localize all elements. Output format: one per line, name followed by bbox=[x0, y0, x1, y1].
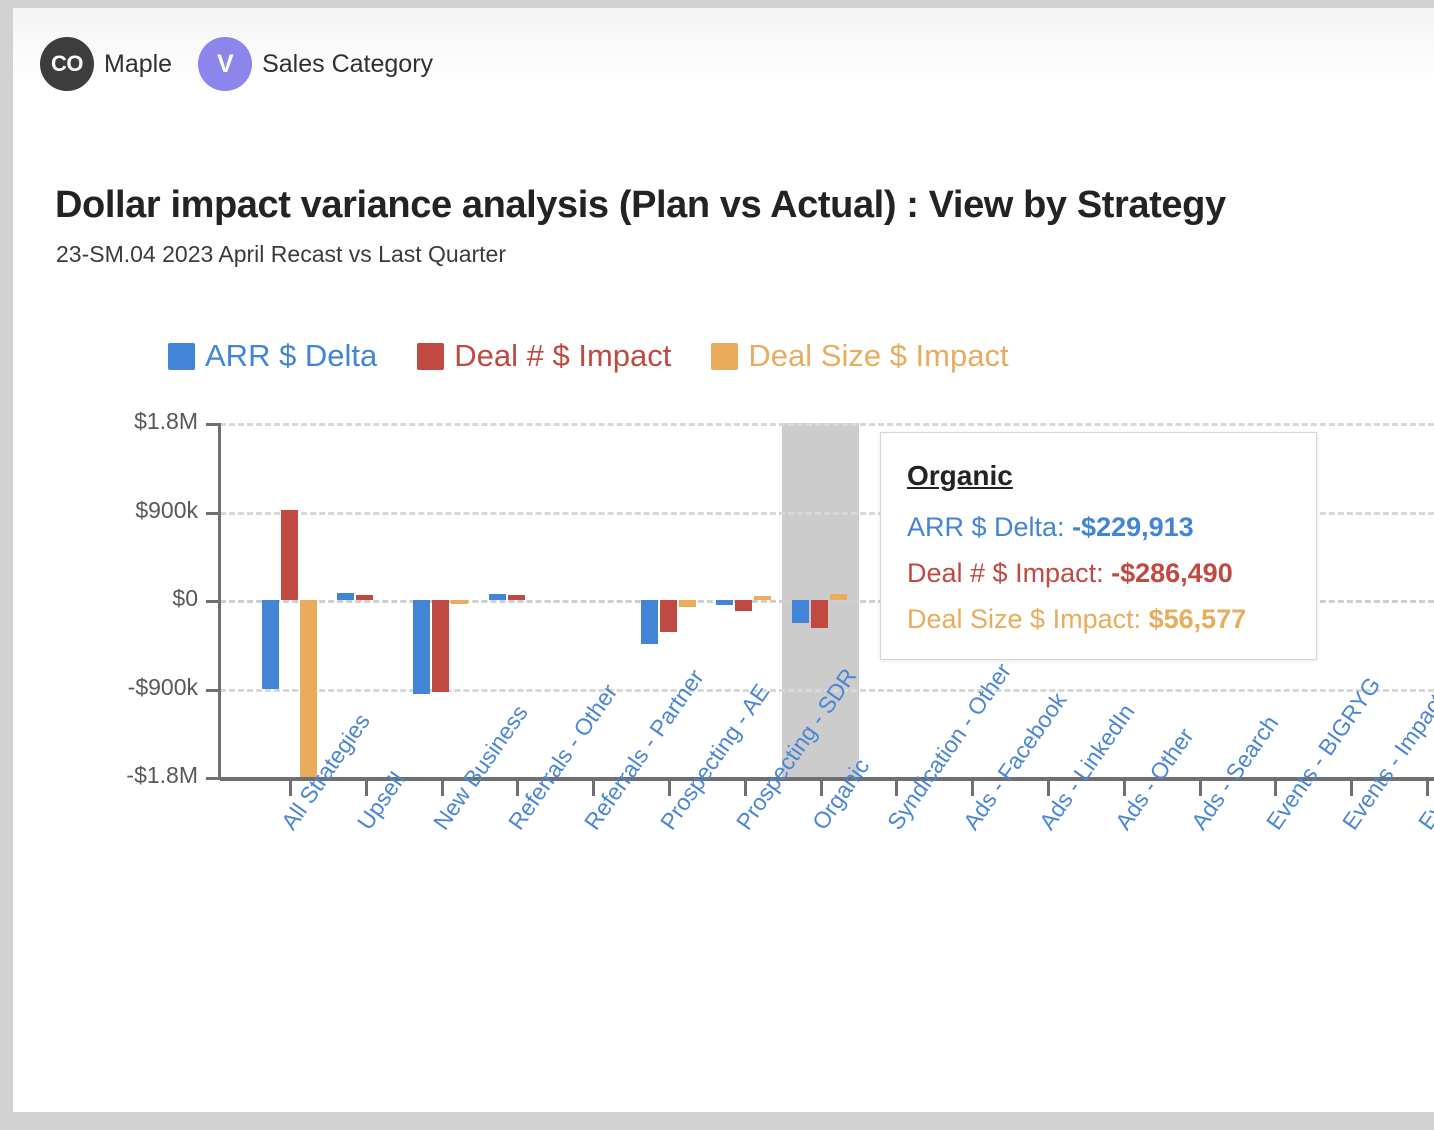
bar[interactable] bbox=[830, 594, 848, 600]
y-axis-tick bbox=[206, 777, 220, 780]
bar[interactable] bbox=[792, 600, 810, 623]
bar[interactable] bbox=[413, 600, 431, 695]
tooltip-title: Organic bbox=[907, 460, 1013, 491]
tooltip-row-label: Deal Size $ Impact: bbox=[907, 604, 1149, 634]
y-axis-label: -$900k bbox=[127, 673, 198, 700]
screen: CO Maple V Sales Category Dollar impact … bbox=[0, 0, 1434, 1130]
chart-tooltip: Organic ARR $ Delta: -$229,913 Deal # $ I… bbox=[880, 432, 1317, 660]
bar[interactable] bbox=[716, 600, 734, 605]
bar[interactable] bbox=[488, 594, 506, 600]
tooltip-row: Deal # $ Impact: -$286,490 bbox=[907, 558, 1290, 589]
bar[interactable] bbox=[640, 600, 658, 645]
y-axis-label: $900k bbox=[135, 496, 198, 523]
bar[interactable] bbox=[754, 595, 772, 600]
x-axis-tick bbox=[364, 779, 368, 796]
x-axis-tick bbox=[289, 779, 292, 796]
tooltip-row-label: Deal # $ Impact: bbox=[907, 558, 1112, 588]
bar[interactable] bbox=[451, 600, 469, 604]
tooltip-row-value: -$286,490 bbox=[1111, 558, 1233, 588]
tooltip-row: ARR $ Delta: -$229,913 bbox=[907, 512, 1290, 543]
bar[interactable] bbox=[261, 600, 279, 689]
tooltip-row-label: ARR $ Delta: bbox=[907, 512, 1073, 542]
bar[interactable] bbox=[432, 600, 450, 692]
x-axis-tick bbox=[819, 779, 823, 796]
x-axis-tick bbox=[1350, 779, 1354, 796]
x-axis-tick bbox=[516, 779, 520, 796]
bar[interactable] bbox=[678, 600, 696, 608]
x-axis-tick bbox=[743, 779, 747, 796]
bar[interactable] bbox=[659, 600, 677, 633]
x-axis-tick bbox=[440, 779, 444, 796]
bar[interactable] bbox=[507, 595, 525, 600]
tooltip-row: Deal Size $ Impact: $56,577 bbox=[907, 604, 1290, 635]
page-canvas: CO Maple V Sales Category Dollar impact … bbox=[13, 8, 1434, 1112]
x-axis-tick bbox=[895, 779, 899, 796]
x-axis-tick bbox=[1198, 779, 1202, 796]
tooltip-row-value: $56,577 bbox=[1148, 604, 1247, 634]
bar[interactable] bbox=[299, 600, 317, 777]
y-axis-label: $1.8M bbox=[134, 408, 198, 434]
y-axis-line bbox=[218, 423, 221, 777]
bar[interactable] bbox=[811, 600, 829, 629]
x-axis-tick bbox=[592, 779, 596, 796]
bar[interactable] bbox=[280, 509, 298, 600]
bar[interactable] bbox=[356, 594, 374, 600]
x-axis-tick bbox=[1047, 779, 1050, 796]
x-axis-tick bbox=[1274, 779, 1278, 796]
tooltip-row-value: -$229,913 bbox=[1072, 512, 1194, 542]
tooltip-rows: ARR $ Delta: -$229,913 Deal # $ Impact: -… bbox=[907, 512, 1290, 635]
bar[interactable] bbox=[337, 593, 355, 600]
x-axis-tick bbox=[668, 779, 671, 796]
y-axis-label: $0 bbox=[172, 585, 198, 611]
x-axis-tick bbox=[1426, 779, 1429, 796]
bar[interactable] bbox=[735, 600, 753, 611]
x-axis-tick bbox=[1122, 779, 1126, 796]
gridline bbox=[220, 423, 1434, 426]
x-axis-tick bbox=[971, 779, 975, 796]
y-axis-label: -$1.8M bbox=[126, 762, 198, 788]
